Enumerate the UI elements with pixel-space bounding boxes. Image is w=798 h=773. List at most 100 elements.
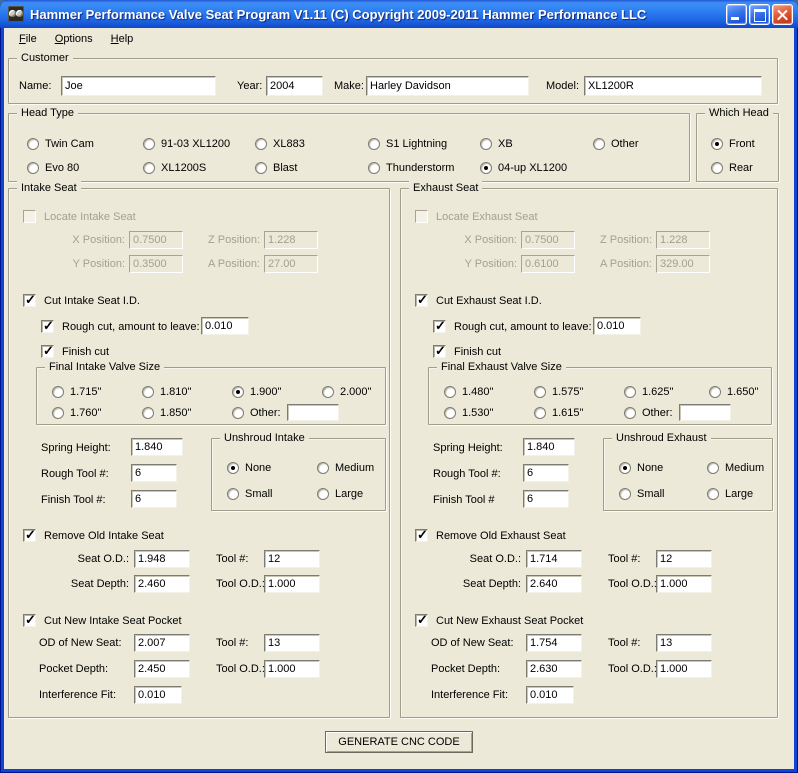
unshroud-exhaust-small-radio[interactable]	[619, 488, 631, 500]
exhaust-valve-1625-radio[interactable]	[624, 386, 636, 398]
intake-valve-1715-label[interactable]: 1.715"	[70, 385, 101, 399]
exhaust-valve-1530-radio[interactable]	[444, 407, 456, 419]
cut-new-exhaust-seat-pocket-checkbox[interactable]	[415, 612, 428, 628]
radio-04-up-xl1200-label[interactable]: 04-up XL1200	[498, 161, 567, 175]
radio-s1-lightning[interactable]	[368, 138, 380, 150]
cut-new-exhaust-seat-pocket-label[interactable]: Cut New Exhaust Seat Pocket	[436, 614, 583, 628]
intake-rough-tool-input[interactable]	[131, 464, 177, 482]
intake-spring-height-input[interactable]	[131, 438, 183, 456]
exhaust-valve-1575-radio[interactable]	[534, 386, 546, 398]
radio-other-head-label[interactable]: Other	[611, 137, 639, 151]
exhaust-rough-cut-label[interactable]: Rough cut, amount to leave:	[454, 320, 592, 334]
radio-xl1200s[interactable]	[143, 162, 155, 174]
intake-seat-depth-input[interactable]	[134, 575, 190, 593]
intake-valve-1900-label[interactable]: 1.900"	[250, 385, 281, 399]
radio-s1-lightning-label[interactable]: S1 Lightning	[386, 137, 447, 151]
unshroud-intake-small-label[interactable]: Small	[245, 487, 273, 501]
exhaust-seat-od-input[interactable]	[526, 550, 582, 568]
radio-twin-cam-label[interactable]: Twin Cam	[45, 137, 94, 151]
minimize-button[interactable]	[726, 4, 747, 25]
exhaust-valve-1615-radio[interactable]	[534, 407, 546, 419]
unshroud-intake-large-radio[interactable]	[317, 488, 329, 500]
exhaust-rough-cut-checkbox[interactable]	[433, 318, 446, 334]
unshroud-exhaust-none-radio[interactable]	[619, 462, 631, 474]
intake-rough-cut-checkbox[interactable]	[41, 318, 54, 334]
intake-new-tool-od-input[interactable]	[264, 660, 320, 678]
intake-valve-1850-label[interactable]: 1.850"	[160, 406, 191, 420]
radio-04-up-xl1200[interactable]	[480, 162, 492, 174]
intake-seat-od-input[interactable]	[134, 550, 190, 568]
cut-exhaust-seat-id-checkbox[interactable]	[415, 292, 428, 308]
remove-old-intake-seat-label[interactable]: Remove Old Intake Seat	[44, 529, 164, 543]
intake-finish-cut-checkbox[interactable]	[41, 343, 54, 359]
menu-help[interactable]: Help	[104, 30, 141, 48]
exhaust-valve-1530-label[interactable]: 1.530"	[462, 406, 493, 420]
remove-old-exhaust-seat-label[interactable]: Remove Old Exhaust Seat	[436, 529, 566, 543]
unshroud-exhaust-large-label[interactable]: Large	[725, 487, 753, 501]
intake-interference-fit-input[interactable]	[134, 686, 182, 704]
generate-cnc-code-button[interactable]: GENERATE CNC CODE	[325, 731, 473, 753]
title-bar[interactable]: Hammer Performance Valve Seat Program V1…	[0, 0, 798, 28]
radio-xb[interactable]	[480, 138, 492, 150]
radio-rear-label[interactable]: Rear	[729, 161, 753, 175]
exhaust-valve-other-input[interactable]	[679, 404, 731, 421]
exhaust-valve-1650-label[interactable]: 1.650"	[727, 385, 758, 399]
exhaust-spring-height-input[interactable]	[523, 438, 575, 456]
radio-front[interactable]	[711, 138, 723, 150]
remove-old-exhaust-seat-checkbox[interactable]	[415, 527, 428, 543]
intake-pocket-depth-input[interactable]	[134, 660, 190, 678]
unshroud-exhaust-none-label[interactable]: None	[637, 461, 663, 475]
intake-finish-cut-label[interactable]: Finish cut	[62, 345, 109, 359]
exhaust-remove-tool-od-input[interactable]	[656, 575, 712, 593]
remove-old-intake-seat-checkbox[interactable]	[23, 527, 36, 543]
exhaust-valve-1575-label[interactable]: 1.575"	[552, 385, 583, 399]
menu-file[interactable]: File	[12, 30, 44, 48]
exhaust-remove-tool-input[interactable]	[656, 550, 712, 568]
radio-twin-cam[interactable]	[27, 138, 39, 150]
radio-other-head[interactable]	[593, 138, 605, 150]
exhaust-valve-other-radio[interactable]	[624, 407, 636, 419]
unshroud-intake-none-label[interactable]: None	[245, 461, 271, 475]
unshroud-intake-large-label[interactable]: Large	[335, 487, 363, 501]
exhaust-finish-tool-input[interactable]	[523, 490, 569, 508]
radio-xl883[interactable]	[255, 138, 267, 150]
exhaust-valve-1625-label[interactable]: 1.625"	[642, 385, 673, 399]
radio-xb-label[interactable]: XB	[498, 137, 513, 151]
cut-intake-seat-id-checkbox[interactable]	[23, 292, 36, 308]
intake-od-new-seat-input[interactable]	[134, 634, 190, 652]
radio-xl883-label[interactable]: XL883	[273, 137, 305, 151]
intake-rough-cut-label[interactable]: Rough cut, amount to leave:	[62, 320, 200, 334]
intake-valve-2000-label[interactable]: 2.000"	[340, 385, 371, 399]
intake-valve-other-input[interactable]	[287, 404, 339, 421]
intake-valve-1810-label[interactable]: 1.810"	[160, 385, 191, 399]
unshroud-exhaust-large-radio[interactable]	[707, 488, 719, 500]
intake-remove-tool-od-input[interactable]	[264, 575, 320, 593]
exhaust-finish-cut-label[interactable]: Finish cut	[454, 345, 501, 359]
intake-remove-tool-input[interactable]	[264, 550, 320, 568]
intake-valve-other-radio[interactable]	[232, 407, 244, 419]
unshroud-exhaust-medium-label[interactable]: Medium	[725, 461, 764, 475]
model-input[interactable]	[584, 76, 762, 96]
intake-valve-1810-radio[interactable]	[142, 386, 154, 398]
exhaust-valve-1650-radio[interactable]	[709, 386, 721, 398]
intake-valve-1850-radio[interactable]	[142, 407, 154, 419]
radio-blast-label[interactable]: Blast	[273, 161, 297, 175]
intake-rough-cut-input[interactable]	[201, 317, 249, 335]
radio-evo-80[interactable]	[27, 162, 39, 174]
close-button[interactable]	[772, 4, 793, 25]
unshroud-exhaust-small-label[interactable]: Small	[637, 487, 665, 501]
intake-valve-other-label[interactable]: Other:	[250, 406, 281, 420]
intake-valve-1760-radio[interactable]	[52, 407, 64, 419]
exhaust-new-tool-input[interactable]	[656, 634, 712, 652]
intake-valve-2000-radio[interactable]	[322, 386, 334, 398]
intake-valve-1900-radio[interactable]	[232, 386, 244, 398]
radio-thunderstorm[interactable]	[368, 162, 380, 174]
intake-finish-tool-input[interactable]	[131, 490, 177, 508]
radio-91-03-xl1200[interactable]	[143, 138, 155, 150]
unshroud-intake-small-radio[interactable]	[227, 488, 239, 500]
exhaust-new-tool-od-input[interactable]	[656, 660, 712, 678]
maximize-button[interactable]	[749, 4, 770, 25]
exhaust-rough-cut-input[interactable]	[593, 317, 641, 335]
exhaust-rough-tool-input[interactable]	[523, 464, 569, 482]
menu-options[interactable]: Options	[48, 30, 100, 48]
